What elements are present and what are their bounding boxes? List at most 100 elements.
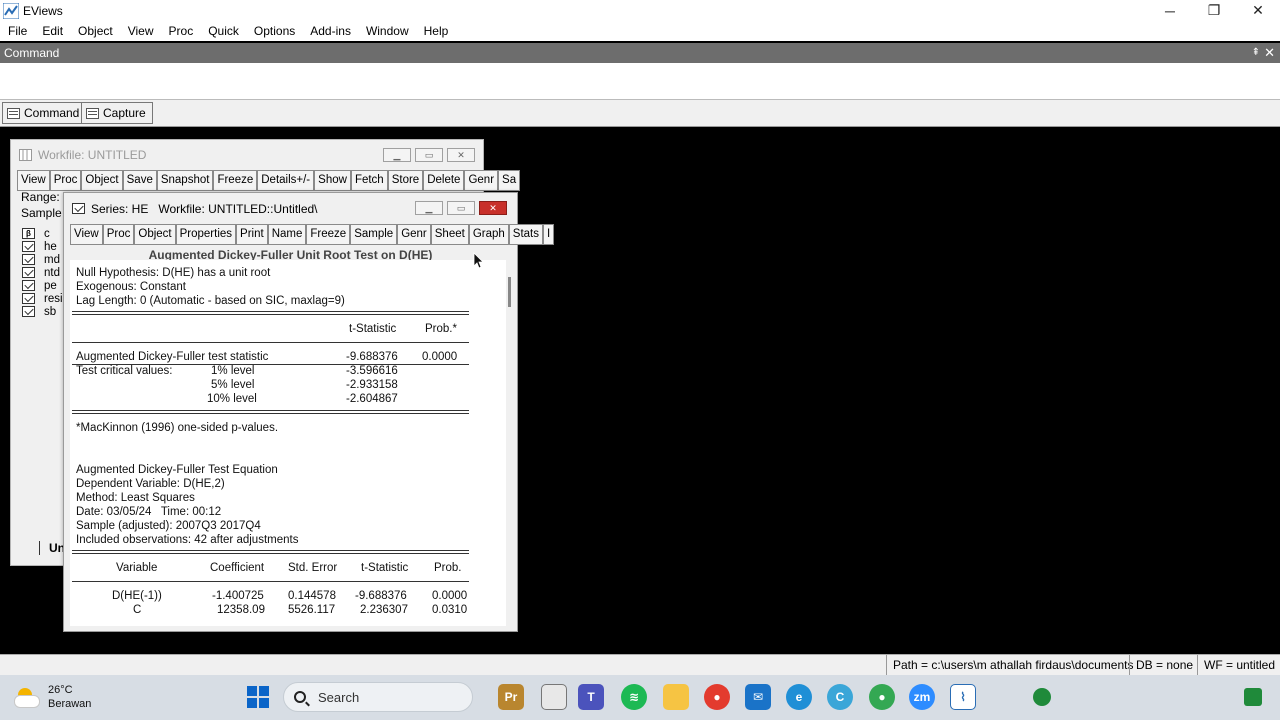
- menu-file[interactable]: File: [0, 24, 34, 38]
- workfile-object-he[interactable]: he: [22, 240, 57, 253]
- included-observations-text: Included observations: 42 after adjustme…: [76, 534, 299, 546]
- file-explorer-icon[interactable]: [663, 684, 689, 710]
- series-restore-icon[interactable]: ▭: [447, 201, 475, 215]
- wf-show-button[interactable]: Show: [314, 170, 351, 191]
- series-icon: [72, 203, 85, 214]
- workfile-object-pe[interactable]: pe: [22, 279, 57, 292]
- series-properties-button[interactable]: Properties: [175, 224, 237, 245]
- table-header-variable: Variable: [116, 562, 158, 574]
- series-sheet-button[interactable]: Sheet: [430, 224, 469, 245]
- task-view-icon[interactable]: [541, 684, 567, 710]
- command-tabs: Command Capture: [0, 100, 1280, 127]
- series-graph-button[interactable]: Graph: [468, 224, 509, 245]
- test-equation-title: Augmented Dickey-Fuller Test Equation: [76, 464, 278, 476]
- sample-adjusted-text: Sample (adjusted): 2007Q3 2017Q4: [76, 520, 261, 532]
- wf-save-button[interactable]: Save: [122, 170, 157, 191]
- series-minimize-icon[interactable]: ▁: [415, 201, 443, 215]
- menu-edit[interactable]: Edit: [34, 24, 70, 38]
- status-path: Path = c:\users\m athallah firdaus\docum…: [886, 655, 1133, 675]
- menu-addins[interactable]: Add-ins: [302, 24, 358, 38]
- series-window[interactable]: Series: HE Workfile: UNTITLED::Untitled\…: [63, 192, 555, 632]
- series-proc-button[interactable]: Proc: [102, 224, 135, 245]
- taskbar-search[interactable]: Search: [283, 682, 473, 712]
- series-icon: [22, 241, 35, 252]
- search-placeholder: Search: [318, 689, 360, 705]
- workfile-object-ntd[interactable]: ntd: [22, 266, 60, 279]
- table-row-coef: 12358.09: [217, 604, 265, 616]
- series-name-button[interactable]: Name: [267, 224, 307, 245]
- wf-delete-button[interactable]: Delete: [423, 170, 465, 191]
- date-time-text: Date: 03/05/24 Time: 00:12: [76, 506, 222, 518]
- command-pane-close-icon[interactable]: ✕: [1264, 43, 1275, 63]
- chrome-profile-icon[interactable]: ●: [869, 684, 895, 710]
- wf-details-button[interactable]: Details+/-: [257, 170, 315, 191]
- table-header-stderror: Std. Error: [288, 562, 338, 574]
- menu-help[interactable]: Help: [416, 24, 456, 38]
- series-genr-button[interactable]: Genr: [397, 224, 431, 245]
- series-title: Series: HE Workfile: UNTITLED::Untitled\: [91, 201, 318, 216]
- edge-icon[interactable]: e: [786, 684, 812, 710]
- wf-object-button[interactable]: Object: [81, 170, 123, 191]
- command-input[interactable]: [0, 63, 1280, 100]
- canva-icon[interactable]: C: [827, 684, 853, 710]
- menu-options[interactable]: Options: [246, 24, 302, 38]
- critical-level-5: 5% level: [211, 379, 255, 391]
- workfile-object-md[interactable]: md: [22, 253, 60, 266]
- series-object-button[interactable]: Object: [134, 224, 176, 245]
- weather-widget[interactable]: 26°C Berawan: [14, 683, 91, 711]
- series-print-button[interactable]: Print: [236, 224, 268, 245]
- eviews-taskbar-icon[interactable]: ⌇: [950, 684, 976, 710]
- tab-command[interactable]: Command: [2, 102, 87, 124]
- wf-genr-button[interactable]: Genr: [464, 170, 499, 191]
- wf-freeze-button[interactable]: Freeze: [213, 170, 258, 191]
- menu-quick[interactable]: Quick: [200, 24, 246, 38]
- zoom-icon[interactable]: zm: [909, 684, 935, 710]
- microphone-icon[interactable]: [1033, 688, 1051, 706]
- wf-view-button[interactable]: View: [17, 170, 50, 191]
- spotify-icon[interactable]: ≋: [621, 684, 647, 710]
- workfile-object-resid[interactable]: resi: [22, 292, 63, 305]
- workfile-restore-icon[interactable]: ▭: [415, 148, 443, 162]
- wf-store-button[interactable]: Store: [387, 170, 424, 191]
- wf-fetch-button[interactable]: Fetch: [350, 170, 388, 191]
- workfile-object-sb[interactable]: sb: [22, 305, 56, 318]
- chrome-icon[interactable]: ●: [704, 684, 730, 710]
- object-name: resi: [44, 292, 63, 305]
- series-freeze-button[interactable]: Freeze: [306, 224, 351, 245]
- workfile-minimize-icon[interactable]: ▁: [383, 148, 411, 162]
- series-view-button[interactable]: View: [70, 224, 103, 245]
- menu-view[interactable]: View: [120, 24, 161, 38]
- weather-desc: Berawan: [48, 698, 92, 710]
- menu-proc[interactable]: Proc: [161, 24, 201, 38]
- mail-icon[interactable]: ✉: [745, 684, 771, 710]
- wf-sample-button[interactable]: Sa: [498, 170, 521, 191]
- close-button[interactable]: ✕: [1236, 0, 1280, 21]
- scrollbar-thumb[interactable]: [508, 277, 511, 307]
- workfile-page-tab[interactable]: Un: [39, 541, 65, 555]
- minimize-button[interactable]: ─: [1148, 0, 1192, 21]
- notification-icon[interactable]: [1244, 688, 1262, 706]
- menu-window[interactable]: Window: [358, 24, 416, 38]
- output-scrollbar[interactable]: [506, 260, 516, 626]
- maximize-button[interactable]: ❐: [1192, 0, 1236, 21]
- workfile-object-c[interactable]: βc: [22, 227, 50, 240]
- object-name: sb: [44, 305, 57, 318]
- teams-icon[interactable]: T: [578, 684, 604, 710]
- premiere-icon[interactable]: Pr: [498, 684, 524, 710]
- series-toolbar: View Proc Object Properties Print Name F…: [70, 224, 555, 245]
- table-row-var: D(HE(-1)): [112, 590, 162, 602]
- series-stats-button[interactable]: Stats: [508, 224, 544, 245]
- series-close-icon[interactable]: ✕: [479, 201, 507, 215]
- series-more-button[interactable]: I: [543, 224, 555, 245]
- wf-proc-button[interactable]: Proc: [49, 170, 82, 191]
- pin-icon[interactable]: ⇞: [1252, 43, 1260, 63]
- workfile-close-icon[interactable]: ✕: [447, 148, 475, 162]
- menu-object[interactable]: Object: [70, 24, 120, 38]
- tab-command-label: Command: [24, 106, 80, 120]
- windows-start-icon[interactable]: [247, 686, 269, 708]
- null-hypothesis-text: Null Hypothesis: D(HE) has a unit root: [76, 267, 271, 279]
- tab-capture[interactable]: Capture: [81, 102, 153, 124]
- col-tstat-header: t-Statistic: [349, 323, 397, 335]
- wf-snapshot-button[interactable]: Snapshot: [156, 170, 214, 191]
- series-sample-button[interactable]: Sample: [350, 224, 398, 245]
